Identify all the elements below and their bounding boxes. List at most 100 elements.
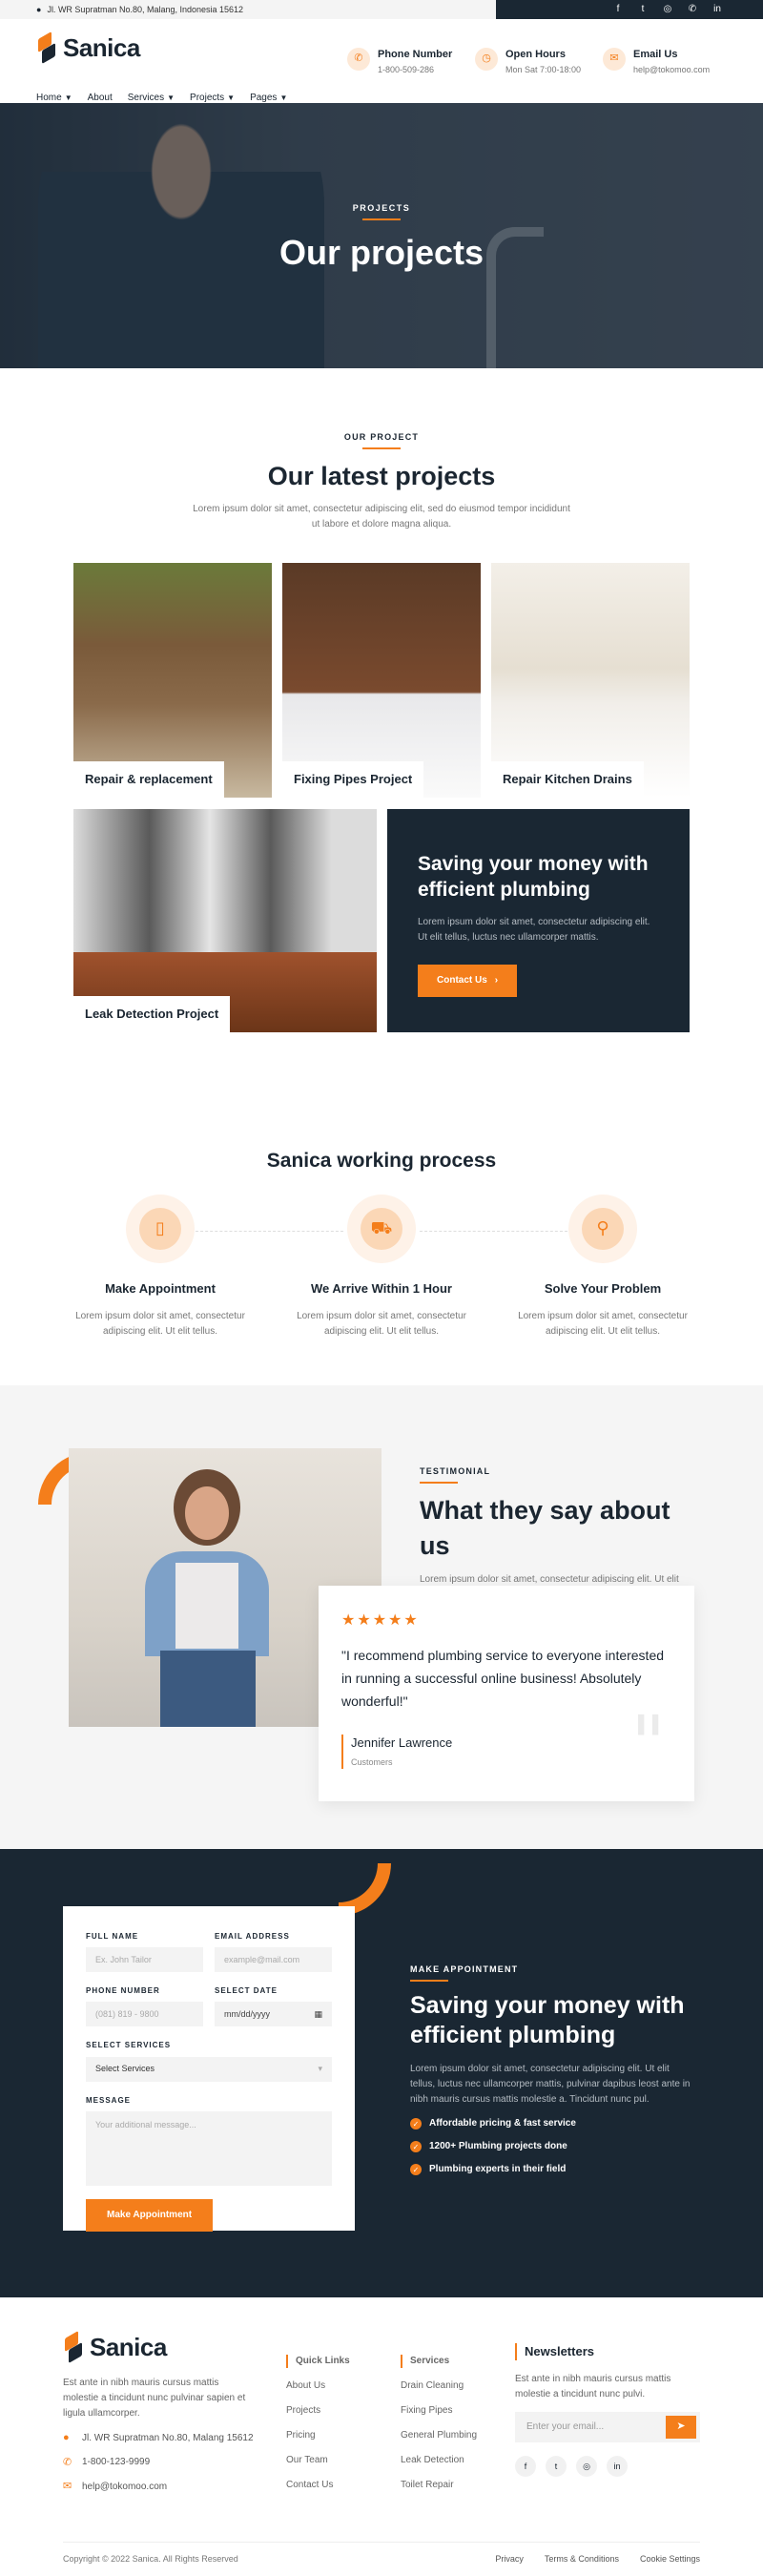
header-email: ✉ Email Us help@tokomoo.com (603, 48, 710, 76)
calendar-icon: ▦ (314, 2009, 322, 2020)
instagram-icon[interactable]: ◎ (576, 2456, 597, 2478)
linkedin-icon[interactable]: in (711, 4, 723, 15)
working-process: Sanica working process ▯ Make Appointmen… (0, 1097, 763, 1385)
hero-label: PROJECTS (0, 202, 763, 220)
location-pin-icon: ● (63, 2432, 70, 2444)
promo-card: Saving your money with efficient plumbin… (387, 809, 690, 1032)
phone-input[interactable]: (081) 819 - 9800 (86, 2002, 203, 2027)
project-card[interactable]: Leak Detection Project (73, 809, 377, 1032)
facebook-icon[interactable]: f (612, 4, 624, 15)
footer-link[interactable]: Projects (286, 2404, 350, 2418)
paper-plane-icon: ➤ (676, 2420, 686, 2433)
appointment-form: FULL NAME Ex. John Tailor EMAIL ADDRESS ex… (63, 1906, 355, 2232)
check-icon: ✓ (410, 2141, 422, 2153)
newsletter: Newsletters Est ante in nibh mauris curs… (515, 2343, 700, 2478)
logo[interactable]: Sanica (36, 31, 140, 65)
footer-about: Est ante in nibh mauris cursus mattis mo… (63, 2378, 246, 2420)
send-button[interactable]: ➤ (666, 2416, 696, 2440)
footer-link[interactable]: Leak Detection (401, 2454, 477, 2467)
truck-icon: ⛟ (361, 1208, 402, 1250)
copyright: Copyright © 2022 Sanica. All Rights Rese… (63, 2554, 238, 2564)
social-links: f t ◎ ✆ in (496, 0, 763, 19)
header-hours: ◷ Open Hours Mon Sat 7:00-18:00 (475, 48, 581, 76)
faucet-icon: ⚲ (582, 1208, 624, 1250)
newsletter-email-input[interactable]: Enter your email... (515, 2420, 666, 2434)
section-kicker: OUR PROJECT (0, 431, 763, 449)
facebook-icon[interactable]: f (515, 2456, 536, 2478)
make-appointment-button[interactable]: Make Appointment (86, 2198, 214, 2232)
phone-icon: ✆ (347, 48, 370, 71)
chevron-down-icon: ▼ (227, 93, 236, 102)
top-address: ● Jl. WR Supratman No.80, Malang, Indone… (36, 5, 244, 14)
author-role: Customers (351, 1756, 393, 1767)
footer-logo[interactable]: Sanica (63, 2330, 254, 2364)
star-rating: ★★★★★ (341, 1612, 420, 1629)
project-card[interactable]: Repair & replacement (73, 563, 272, 798)
process-title: Sanica working process (266, 1150, 497, 1172)
full-name-input[interactable]: Ex. John Tailor (86, 1947, 203, 1973)
location-pin-icon: ● (36, 5, 42, 14)
legal-links: Privacy Terms & Conditions Cookie Settin… (495, 2553, 700, 2566)
site-footer: Sanica Est ante in nibh mauris cursus ma… (0, 2297, 763, 2576)
mail-icon: ✉ (603, 48, 626, 71)
hero-banner: PROJECTS Our projects (0, 103, 763, 368)
section-kicker: MAKE APPOINTMENT (410, 1963, 696, 1982)
clock-icon: ◷ (475, 48, 498, 71)
section-kicker: TESTIMONIAL (420, 1465, 706, 1484)
logo-mark-icon (63, 2333, 84, 2361)
services-links: Services Drain Cleaning Fixing Pipes Gen… (401, 2355, 478, 2492)
contact-us-button[interactable]: Contact Us › (418, 964, 518, 997)
email-input[interactable]: example@mail.com (215, 1947, 332, 1973)
whatsapp-icon[interactable]: ✆ (687, 4, 698, 15)
logo-mark-icon (36, 33, 57, 62)
privacy-link[interactable]: Privacy (495, 2553, 524, 2566)
footer-link[interactable]: General Plumbing (401, 2429, 477, 2442)
footer-link[interactable]: About Us (286, 2379, 350, 2393)
twitter-icon[interactable]: t (637, 4, 649, 15)
twitter-icon[interactable]: t (546, 2456, 567, 2478)
process-step: ▯ Make Appointment Lorem ipsum dolor sit… (51, 1195, 270, 1340)
list-item: ✓ Plumbing experts in their field (410, 2163, 696, 2176)
check-icon: ✓ (410, 2164, 422, 2176)
project-card[interactable]: Fixing Pipes Project (282, 563, 481, 798)
chevron-down-icon: ▼ (279, 93, 288, 102)
list-item: ✓ Affordable pricing & fast service (410, 2117, 696, 2130)
promo-desc: Lorem ipsum dolor sit amet, consectetur … (418, 916, 650, 943)
mail-icon: ✉ (63, 2481, 72, 2493)
testimonial-section: TESTIMONIAL What they say about us Lorem… (0, 1385, 763, 1849)
testimonial-quote: "I recommend plumbing service to everyon… (341, 1648, 665, 1709)
appointment-section: FULL NAME Ex. John Tailor EMAIL ADDRESS ex… (0, 1849, 763, 2297)
chevron-right-icon: › (494, 974, 499, 986)
footer-link[interactable]: Our Team (286, 2454, 350, 2467)
section-desc: Lorem ipsum dolor sit amet, consectetur … (193, 504, 570, 530)
phone-icon: ✆ (63, 2456, 72, 2468)
process-step: ⛟ We Arrive Within 1 Hour Lorem ipsum do… (272, 1195, 491, 1340)
section-title: Saving your money with efficient plumbin… (410, 1991, 685, 2048)
page-title: Our projects (278, 233, 485, 272)
feature-list: ✓ Affordable pricing & fast service ✓ 1200… (410, 2117, 696, 2176)
terms-link[interactable]: Terms & Conditions (545, 2553, 619, 2566)
chevron-down-icon: ▼ (167, 93, 175, 102)
quick-links: Quick Links About Us Projects Pricing Ou… (286, 2355, 350, 2492)
section-title: What they say about us (420, 1495, 670, 1561)
footer-link[interactable]: Pricing (286, 2429, 350, 2442)
footer-link[interactable]: Toilet Repair (401, 2479, 477, 2492)
project-card[interactable]: Repair Kitchen Drains (491, 563, 690, 798)
services-select[interactable]: Select Services ▾ (86, 2056, 332, 2082)
cookie-settings-link[interactable]: Cookie Settings (640, 2553, 700, 2566)
section-desc: Lorem ipsum dolor sit amet, consectetur … (410, 2064, 691, 2106)
quote-icon: " (630, 1699, 666, 1788)
footer-link[interactable]: Fixing Pipes (401, 2404, 477, 2418)
linkedin-icon[interactable]: in (607, 2456, 628, 2478)
footer-link[interactable]: Drain Cleaning (401, 2379, 477, 2393)
date-input[interactable]: mm/dd/yyyy ▦ (215, 2002, 332, 2027)
promo-title: Saving your money with efficient plumbin… (418, 853, 649, 902)
instagram-icon[interactable]: ◎ (662, 4, 673, 15)
phone-icon: ▯ (139, 1208, 181, 1250)
check-icon: ✓ (410, 2118, 422, 2130)
message-textarea[interactable]: Your additional message... (86, 2110, 332, 2186)
footer-link[interactable]: Contact Us (286, 2479, 350, 2492)
process-step: ⚲ Solve Your Problem Lorem ipsum dolor s… (493, 1195, 712, 1340)
site-header: Sanica Home ▼ About Services ▼ Projects ▼ P… (0, 19, 763, 103)
top-bar: ● Jl. WR Supratman No.80, Malang, Indone… (0, 0, 763, 19)
